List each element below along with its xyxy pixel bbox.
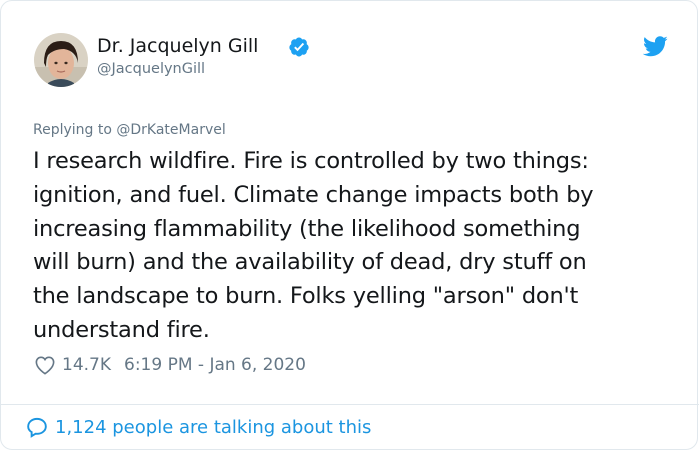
tweet-text: I research wildfire. Fire is controlled …	[33, 148, 594, 343]
avatar[interactable]	[34, 33, 88, 87]
timestamp[interactable]: 6:19 PM - Jan 6, 2020	[124, 355, 306, 375]
tweet-meta: 14.7K 6:19 PM - Jan 6, 2020	[34, 353, 306, 377]
talking-link[interactable]: 1,124 people are talking about this	[25, 416, 371, 439]
heart-icon[interactable]	[34, 355, 56, 375]
author-handle[interactable]: @JacquelynGill	[97, 61, 205, 77]
twitter-bird-icon[interactable]	[643, 36, 668, 57]
talking-label[interactable]: 1,124 people are talking about this	[55, 417, 371, 438]
like-count[interactable]: 14.7K	[62, 355, 111, 375]
speech-bubble-icon	[27, 417, 47, 438]
avatar-image	[34, 33, 88, 87]
replying-to[interactable]: Replying to @DrKateMarvel	[33, 122, 226, 138]
divider	[1, 404, 699, 405]
tweet-card: Dr. Jacquelyn Gill @JacquelynGill Replyi…	[0, 0, 699, 450]
verified-badge-icon	[289, 37, 309, 57]
author-name[interactable]: Dr. Jacquelyn Gill	[97, 35, 258, 57]
